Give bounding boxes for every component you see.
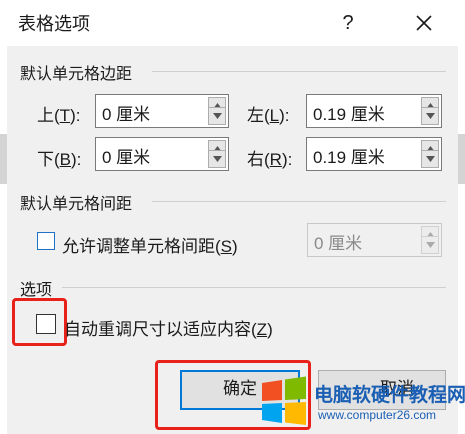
allow-spacing-label[interactable]: 允许调整单元格间距(S) — [62, 232, 238, 257]
watermark-url: www.computer26.com — [318, 408, 437, 422]
margins-section-line — [152, 71, 446, 72]
close-icon — [416, 15, 432, 31]
top-margin-decrement[interactable] — [208, 107, 226, 125]
window-edge-right — [458, 46, 465, 434]
right-margin-spinner[interactable]: 0.19 厘米 — [306, 137, 442, 171]
spacing-decrement — [421, 236, 439, 254]
chevron-down-icon — [213, 156, 222, 162]
margins-section-title: 默认单元格边距 — [20, 66, 133, 83]
chevron-down-icon — [426, 113, 435, 119]
top-margin-value[interactable]: 0 厘米 — [102, 100, 150, 125]
background-strip-right — [458, 134, 465, 184]
watermark-title: 电脑软硬件教程网 — [314, 385, 465, 406]
close-button[interactable] — [398, 6, 450, 40]
spacing-value: 0 厘米 — [314, 234, 363, 253]
top-margin-spinner[interactable]: 0 厘米 — [95, 94, 229, 128]
bottom-margin-value[interactable]: 0 厘米 — [102, 143, 150, 168]
help-button[interactable]: ? — [322, 6, 374, 40]
right-margin-decrement[interactable] — [421, 150, 439, 168]
options-section-line — [62, 287, 446, 288]
left-margin-value[interactable]: 0.19 厘米 — [313, 100, 385, 125]
windows-logo-icon — [258, 375, 310, 427]
autofit-checkbox[interactable] — [36, 314, 56, 334]
bottom-margin-decrement[interactable] — [208, 150, 226, 168]
left-margin-spinner[interactable]: 0.19 厘米 — [306, 94, 442, 128]
spacing-section-title: 默认单元格间距 — [20, 196, 133, 213]
options-section-title: 选项 — [20, 282, 53, 299]
allow-spacing-checkbox[interactable] — [37, 232, 55, 250]
bottom-margin-spinner[interactable]: 0 厘米 — [95, 137, 229, 171]
right-margin-label: 右(R): — [247, 150, 293, 169]
top-margin-label: 上(T): — [37, 106, 81, 125]
bottom-margin-label: 下(B): — [37, 150, 82, 169]
dialog-title: 表格选项 — [18, 14, 90, 34]
right-margin-value[interactable]: 0.19 厘米 — [313, 143, 385, 168]
chevron-down-icon — [213, 113, 222, 119]
left-margin-decrement[interactable] — [421, 107, 439, 125]
background-strip-left — [0, 134, 7, 184]
left-margin-label: 左(L): — [247, 106, 290, 125]
chevron-down-icon — [426, 242, 435, 248]
window-edge-left — [0, 46, 7, 434]
autofit-label[interactable]: 自动重调尺寸以适应内容(Z) — [64, 315, 273, 340]
spacing-section-line — [152, 201, 446, 202]
spacing-spinner: 0 厘米 — [307, 223, 442, 257]
chevron-down-icon — [426, 156, 435, 162]
